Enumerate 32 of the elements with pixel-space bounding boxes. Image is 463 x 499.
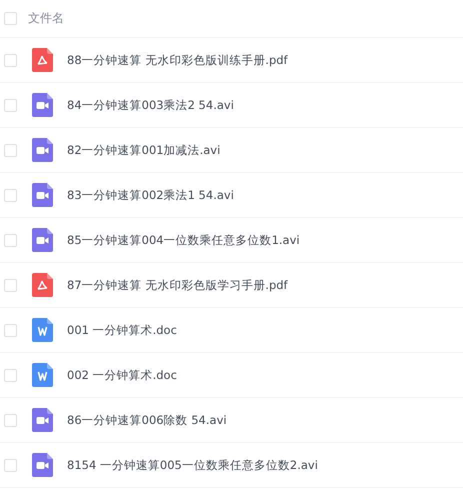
pdf-file-icon — [32, 48, 53, 72]
video-file-icon — [32, 408, 53, 432]
file-name[interactable]: 86一分钟速算006除数 54.avi — [67, 412, 227, 428]
video-file-icon — [32, 453, 53, 477]
file-name[interactable]: 82一分钟速算001加减法.avi — [67, 142, 220, 158]
file-name[interactable]: 87一分钟速算 无水印彩色版学习手册.pdf — [67, 278, 288, 292]
file-name[interactable]: 8154 一分钟速算005一位数乘任意多位数2.avi — [67, 458, 318, 472]
checkbox[interactable] — [4, 188, 17, 202]
checkbox[interactable] — [4, 144, 17, 156]
column-header: 文件名 — [28, 10, 64, 27]
checkbox[interactable] — [4, 458, 17, 472]
video-file-icon — [32, 138, 53, 162]
checkbox[interactable] — [4, 324, 17, 336]
video-file-icon — [32, 183, 53, 207]
checkbox[interactable] — [4, 12, 17, 25]
word-file-icon — [32, 318, 53, 342]
checkbox[interactable] — [4, 414, 17, 426]
file-name[interactable]: 001 一分钟算术.doc — [67, 322, 177, 338]
pdf-file-icon — [32, 273, 53, 297]
file-name[interactable]: 88一分钟速算 无水印彩色版训练手册.pdf — [67, 52, 288, 68]
checkbox[interactable] — [4, 54, 17, 66]
file-name[interactable]: 85一分钟速算004一位数乘任意多位数1.avi — [67, 232, 300, 248]
file-name[interactable]: 83一分钟速算002乘法1 54.avi — [67, 188, 234, 202]
word-file-icon — [32, 363, 53, 387]
video-file-icon — [32, 93, 53, 117]
checkbox[interactable] — [4, 278, 17, 292]
checkbox[interactable] — [4, 98, 17, 112]
video-file-icon — [32, 228, 53, 252]
file-name[interactable]: 84一分钟速算003乘法2 54.avi — [67, 98, 234, 112]
file-name[interactable]: 002 一分钟算术.doc — [67, 368, 177, 382]
checkbox[interactable] — [4, 234, 17, 246]
checkbox[interactable] — [4, 368, 17, 382]
